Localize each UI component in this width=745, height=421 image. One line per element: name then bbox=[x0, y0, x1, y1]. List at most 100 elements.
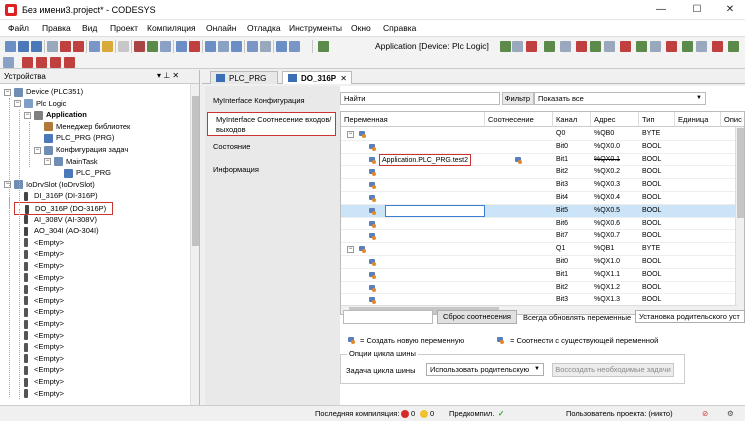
toolbar-icon[interactable] bbox=[47, 41, 58, 52]
toolbar-icon[interactable] bbox=[218, 41, 229, 52]
tree-item[interactable]: <Empty> bbox=[14, 260, 64, 272]
tree-item[interactable]: <Empty> bbox=[14, 353, 64, 365]
reset-mapping-button[interactable]: Сброс соотнесения bbox=[437, 310, 517, 324]
toolbar-icon[interactable] bbox=[89, 41, 100, 52]
toolbar-icon[interactable] bbox=[5, 41, 16, 52]
scrollbar-thumb[interactable] bbox=[737, 128, 744, 218]
toolbar-icon[interactable] bbox=[544, 41, 555, 52]
tree-item[interactable]: <Empty> bbox=[14, 295, 64, 307]
row-collapse-icon[interactable]: − bbox=[347, 246, 354, 254]
tree-item[interactable]: DI_316P (DI-316P) bbox=[14, 190, 98, 202]
menu-item-1[interactable]: Правка bbox=[42, 23, 71, 33]
search-input[interactable]: Найти bbox=[340, 92, 500, 105]
row-collapse-icon[interactable]: − bbox=[347, 131, 354, 138]
toolbar-icon[interactable] bbox=[590, 41, 601, 52]
toolbar-icon[interactable] bbox=[636, 41, 647, 52]
table-row[interactable]: Bit0 %QX0.0 BOOL bbox=[341, 141, 744, 154]
menu-item-4[interactable]: Компиляция bbox=[147, 23, 196, 33]
scrollbar-thumb[interactable] bbox=[192, 96, 199, 246]
tree-item[interactable]: <Empty> bbox=[14, 318, 64, 330]
filter-dropdown[interactable]: Показать все ▼ bbox=[534, 92, 706, 105]
toolbar-icon[interactable] bbox=[3, 57, 14, 68]
menu-item-9[interactable]: Справка bbox=[383, 23, 416, 33]
toolbar-icon[interactable] bbox=[682, 41, 693, 52]
menu-item-6[interactable]: Отладка bbox=[247, 23, 281, 33]
tree-item[interactable]: − IoDrvSlot (IoDrvSlot) bbox=[4, 179, 95, 191]
nav-item-2[interactable]: Состояние bbox=[205, 141, 340, 153]
menu-item-2[interactable]: Вид bbox=[82, 23, 97, 33]
table-row[interactable]: Bit6 %QX0.6 BOOL bbox=[341, 218, 744, 231]
column-header-2[interactable]: Канал bbox=[553, 112, 591, 127]
toolbar-icon[interactable] bbox=[36, 57, 47, 68]
toolbar-icon[interactable] bbox=[526, 41, 537, 52]
toolbar-icon[interactable] bbox=[118, 41, 129, 52]
tree-toggle-icon[interactable]: − bbox=[4, 88, 11, 96]
toolbar-icon[interactable] bbox=[604, 41, 615, 52]
toolbar-icon[interactable] bbox=[247, 41, 258, 52]
toolbar-icon[interactable] bbox=[620, 41, 631, 52]
toolbar-icon[interactable] bbox=[64, 57, 75, 68]
toolbar-icon[interactable] bbox=[102, 41, 113, 52]
toolbar-icon[interactable] bbox=[134, 41, 145, 52]
tree-item[interactable]: − Конфигурация задач bbox=[34, 144, 128, 156]
column-header-6[interactable]: Опис bbox=[721, 112, 744, 127]
tree-item[interactable]: <Empty> bbox=[14, 376, 64, 388]
tree-item[interactable]: <Empty> bbox=[14, 248, 64, 260]
tree-toggle-icon[interactable]: − bbox=[24, 111, 31, 119]
settings-icon[interactable]: ⚙ bbox=[727, 409, 734, 418]
toolbar-icon[interactable] bbox=[60, 41, 71, 52]
tree-item[interactable]: <Empty> bbox=[14, 388, 64, 400]
toolbar-icon[interactable] bbox=[160, 41, 171, 52]
toolbar-icon[interactable] bbox=[728, 41, 739, 52]
nav-item-1[interactable]: MyInterface Соотнесение входов/выходов bbox=[207, 112, 336, 136]
menu-item-7[interactable]: Инструменты bbox=[289, 23, 342, 33]
tree-item[interactable]: <Empty> bbox=[14, 306, 64, 318]
column-header-3[interactable]: Адрес bbox=[591, 112, 639, 127]
table-row[interactable]: Bit5 %QX0.5 BOOL bbox=[341, 204, 744, 218]
warning-count[interactable]: 0 bbox=[430, 409, 434, 418]
toolbar-icon[interactable] bbox=[666, 41, 677, 52]
tree-item[interactable]: PLC_PRG (PRG) bbox=[34, 132, 114, 144]
pane-controls[interactable]: ▾ ⊥ ✕ bbox=[157, 71, 179, 80]
tree-item[interactable]: <Empty> bbox=[14, 237, 64, 249]
tree-item[interactable]: − Device (PLC351) bbox=[4, 86, 83, 98]
nav-item-0[interactable]: MyInterface Конфигурация bbox=[205, 95, 340, 107]
toolbar-icon[interactable] bbox=[512, 41, 523, 52]
toolbar-icon[interactable] bbox=[31, 41, 42, 52]
mapping-filter-input[interactable] bbox=[343, 310, 433, 324]
toolbar-icon[interactable] bbox=[712, 41, 723, 52]
table-row[interactable]: Bit2 %QX1.2 BOOL bbox=[341, 282, 744, 295]
tree-item[interactable]: − Plc Logic bbox=[14, 98, 66, 110]
tree-item[interactable]: PLC_PRG bbox=[54, 167, 111, 179]
tree-item[interactable]: AO_304I (AO-304I) bbox=[14, 225, 99, 237]
table-row[interactable]: Bit7 %QX0.7 BOOL bbox=[341, 230, 744, 244]
toolbar-icon[interactable] bbox=[276, 41, 287, 52]
close-icon[interactable]: ✕ bbox=[340, 72, 347, 85]
variable-cell[interactable]: Application.PLC_PRG.test2 bbox=[379, 153, 471, 166]
table-row[interactable]: − Q0 %QB0 BYTE bbox=[341, 128, 744, 141]
bus-cycle-task-dropdown[interactable]: Использовать родительскую ▼ bbox=[426, 363, 544, 376]
toolbar-icon[interactable] bbox=[22, 57, 33, 68]
toolbar-icon[interactable] bbox=[189, 41, 200, 52]
tree-toggle-icon[interactable]: − bbox=[34, 146, 41, 154]
column-header-1[interactable]: Соотнесение bbox=[485, 112, 553, 127]
tree-item[interactable]: − MainTask bbox=[44, 156, 98, 168]
table-vertical-scrollbar[interactable] bbox=[735, 127, 744, 314]
menu-item-3[interactable]: Проект bbox=[110, 23, 138, 33]
toolbar-icon[interactable] bbox=[73, 41, 84, 52]
toolbar-icon[interactable] bbox=[500, 41, 511, 52]
toolbar-icon[interactable] bbox=[231, 41, 242, 52]
toolbar-icon[interactable] bbox=[205, 41, 216, 52]
tree-item[interactable]: <Empty> bbox=[14, 272, 64, 284]
menu-item-5[interactable]: Онлайн bbox=[206, 23, 236, 33]
table-row[interactable]: − Q1 %QB1 BYTE bbox=[341, 243, 744, 256]
tree-toggle-icon[interactable]: − bbox=[44, 158, 51, 166]
always-update-dropdown[interactable]: Установка родительского уст bbox=[635, 310, 745, 323]
toolbar-icon[interactable] bbox=[50, 57, 61, 68]
toolbar-icon[interactable] bbox=[318, 41, 329, 52]
tree-item[interactable]: <Empty> bbox=[14, 341, 64, 353]
editor-tab-plc_prg[interactable]: PLC_PRG bbox=[210, 71, 278, 84]
toolbar-icon[interactable] bbox=[289, 41, 300, 52]
tree-item[interactable]: AI_308V (AI-308V) bbox=[14, 214, 97, 226]
editor-tab-do_316p[interactable]: DO_316P ✕ bbox=[282, 71, 352, 84]
